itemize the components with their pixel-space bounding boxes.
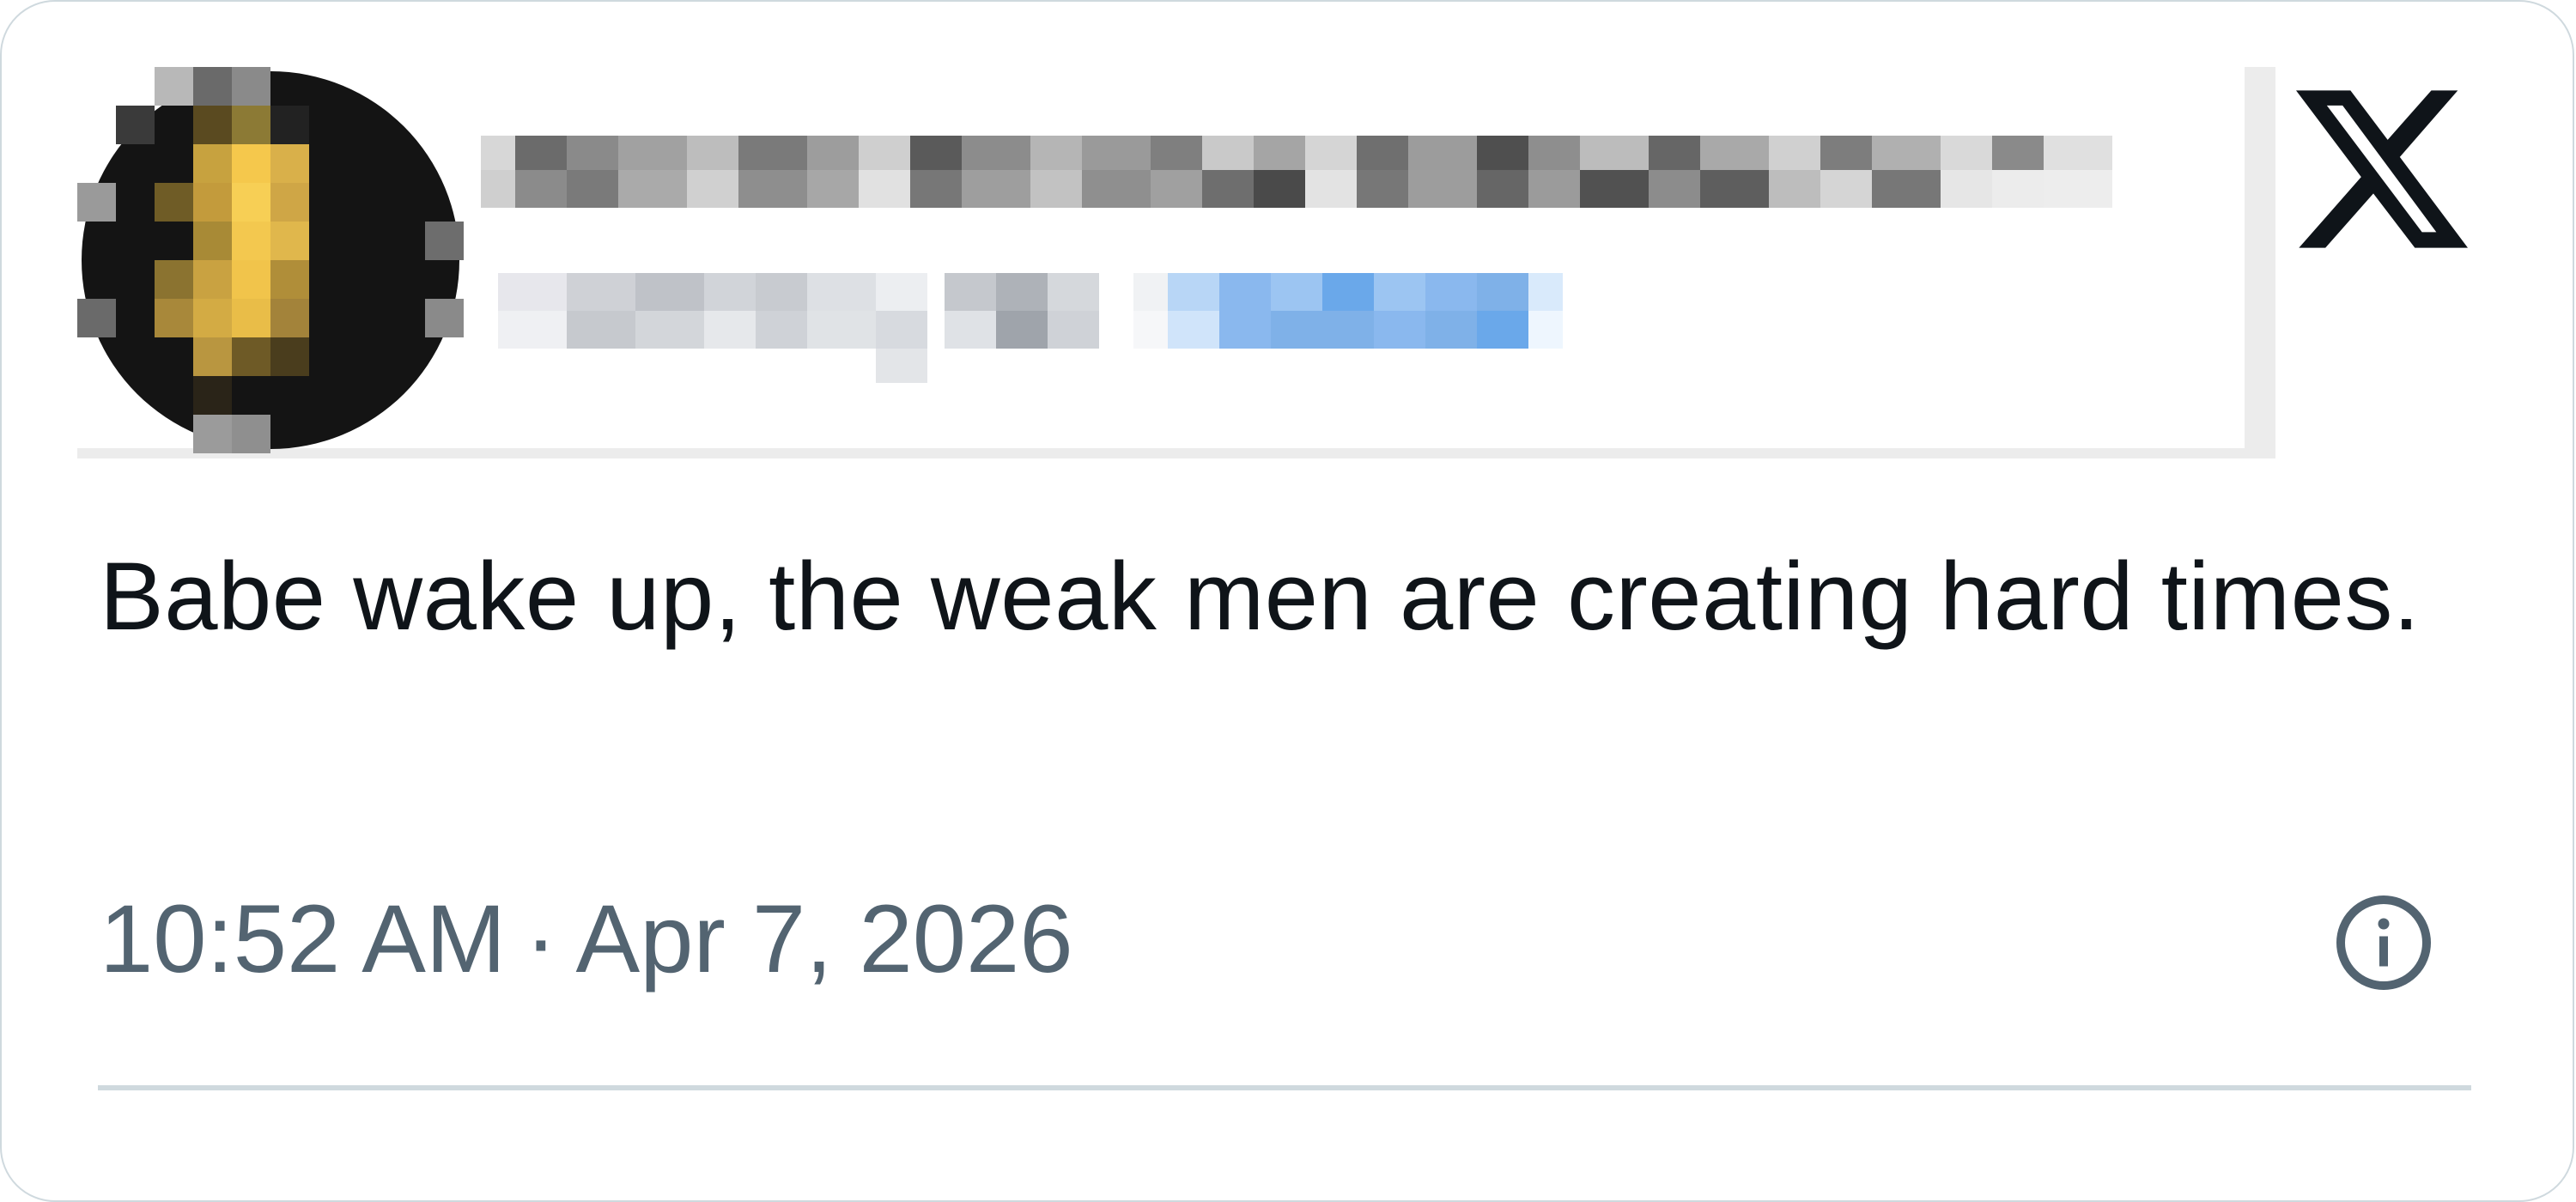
- avatar[interactable]: [77, 67, 464, 453]
- tweet-text: Babe wake up, the weak men are creating …: [100, 543, 2421, 650]
- meta-separator: ·: [525, 885, 557, 993]
- tweet-header: [77, 67, 2275, 458]
- x-logo-icon[interactable]: [2296, 88, 2468, 251]
- tweet-time: 10:52 AM: [100, 885, 507, 993]
- tweet-date: Apr 7, 2026: [575, 885, 1073, 993]
- author-name-blurred[interactable]: [464, 101, 2250, 445]
- tweet-card: Babe wake up, the weak men are creating …: [0, 0, 2574, 1202]
- divider: [98, 1085, 2471, 1090]
- tweet-timestamp[interactable]: 10:52 AM · Apr 7, 2026: [100, 879, 1073, 999]
- info-icon[interactable]: [2332, 891, 2435, 994]
